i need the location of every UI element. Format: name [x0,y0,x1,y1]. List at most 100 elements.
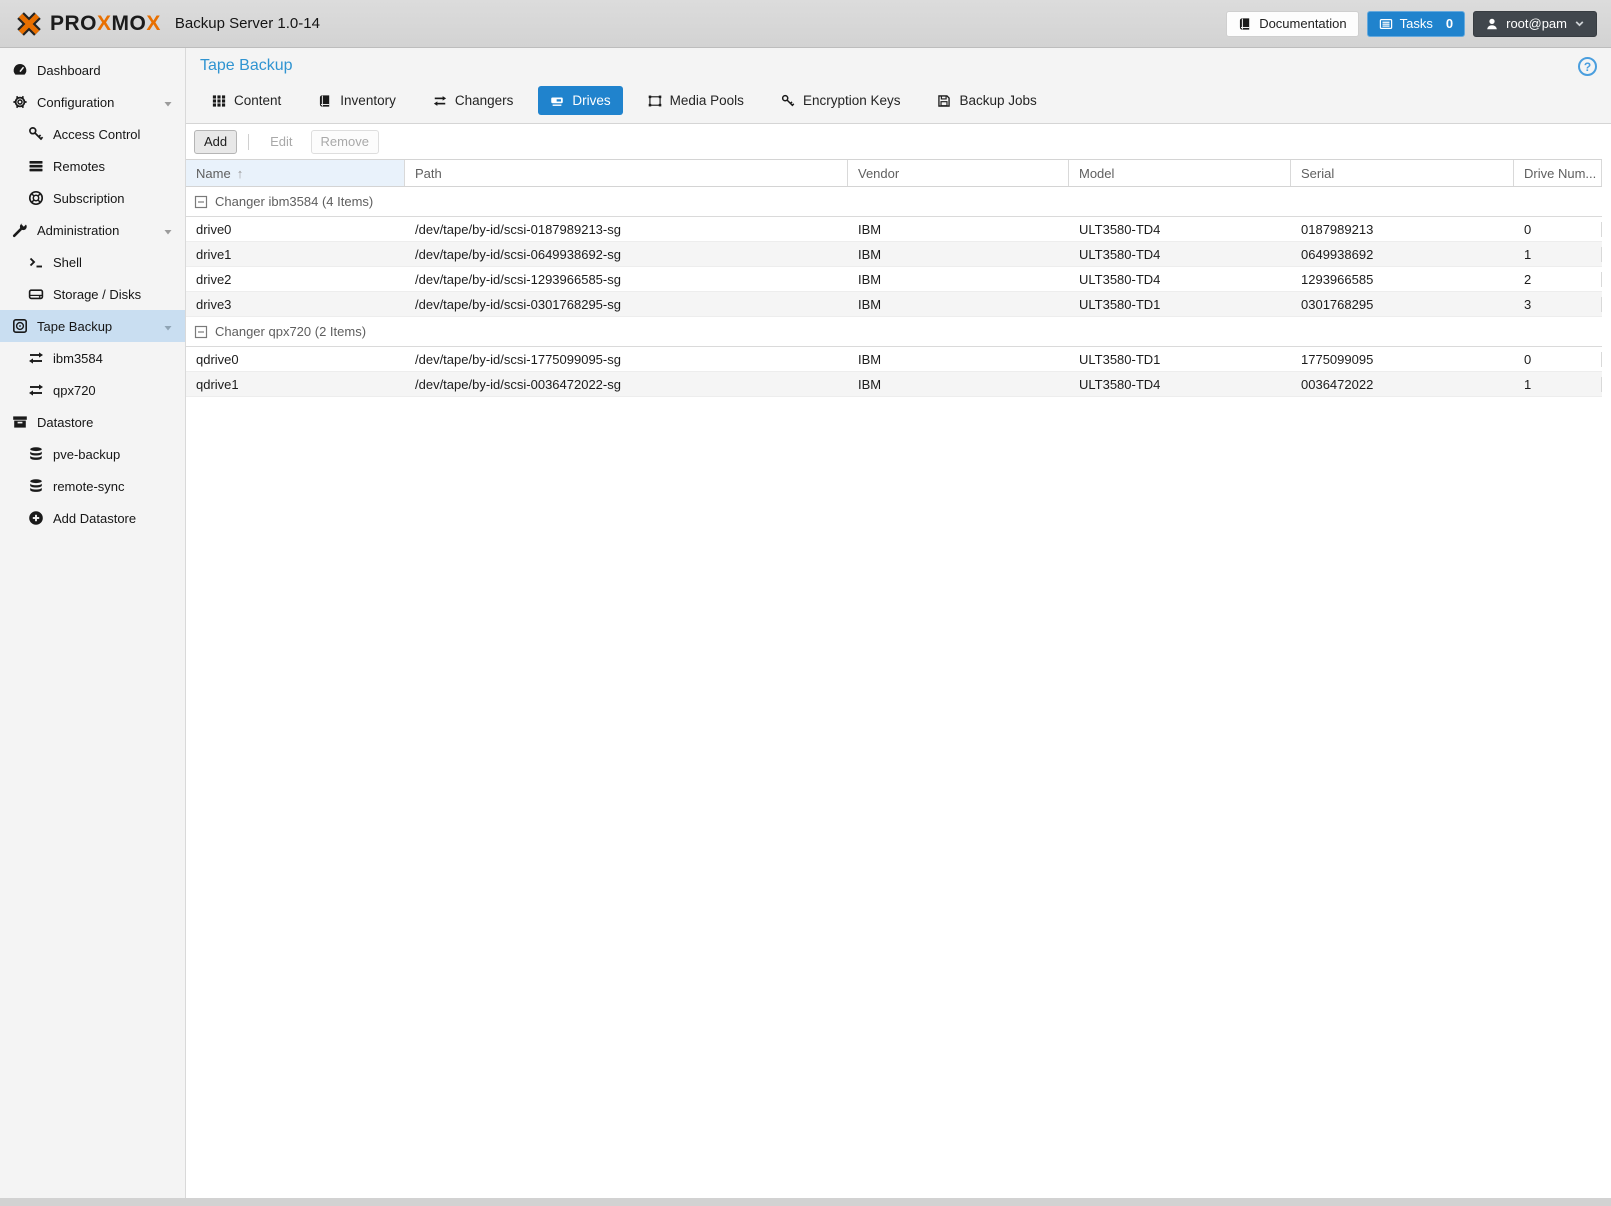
sidebar-item-label: Shell [53,254,82,270]
group-header-qpx720[interactable]: Changer qpx720 (2 Items) [186,317,1602,347]
tab-label: Backup Jobs [959,93,1037,108]
table-header-row: Name ↑ Path Vendor Model Serial Drive Nu… [186,159,1602,187]
tab-label: Inventory [340,93,396,108]
archive-icon [12,414,28,430]
key-icon [28,126,44,142]
sidebar-item-shell[interactable]: Shell [0,246,185,278]
sidebar-item-tape-backup[interactable]: Tape Backup [0,310,185,342]
terminal-icon [28,254,44,270]
sidebar-item-label: Storage / Disks [53,286,142,302]
tasks-count-badge: 0 [1445,16,1454,31]
exchange-icon [28,350,44,366]
sidebar-item-label: Datastore [37,414,94,430]
column-header-serial[interactable]: Serial [1291,160,1514,186]
task-list-icon [1379,17,1393,31]
caret-down-icon [163,97,173,107]
sidebar-item-label: Administration [37,222,120,238]
column-header-model[interactable]: Model [1069,160,1291,186]
tab-encryption-keys[interactable]: Encryption Keys [769,86,913,115]
group-header-ibm3584[interactable]: Changer ibm3584 (4 Items) [186,187,1602,217]
group-header-label: Changer qpx720 (2 Items) [215,324,367,339]
object-group-icon [648,94,662,108]
sidebar-item-configuration[interactable]: Configuration [0,86,185,118]
column-header-vendor[interactable]: Vendor [848,160,1069,186]
drives-table: Name ↑ Path Vendor Model Serial Drive Nu… [186,159,1602,397]
tab-bar: Content Inventory Changers Drives Media … [200,86,1597,115]
tab-media-pools[interactable]: Media Pools [636,86,756,115]
sidebar-item-pve-backup[interactable]: pve-backup [0,438,185,470]
sidebar-nav: Dashboard Configuration Access Control R… [0,48,186,1198]
tab-drives[interactable]: Drives [538,86,623,115]
tab-label: Content [234,93,282,108]
user-icon [1485,17,1499,31]
content-header: Tape Backup ? Content Inventory Changers [186,48,1611,124]
caret-down-icon [163,321,173,331]
tab-label: Drives [572,93,611,108]
sidebar-item-remote-sync[interactable]: remote-sync [0,470,185,502]
collapse-group-icon [194,195,208,209]
column-header-drive-number[interactable]: Drive Num... [1514,160,1602,186]
book-icon [318,94,332,108]
sidebar-item-administration[interactable]: Administration [0,214,185,246]
gauge-icon [12,62,28,78]
table-row-drive3[interactable]: drive3 /dev/tape/by-id/scsi-0301768295-s… [186,292,1602,317]
sidebar-item-label: Subscription [53,190,125,206]
remotes-icon [28,158,44,174]
caret-down-icon [163,225,173,235]
sidebar-item-subscription[interactable]: Subscription [0,182,185,214]
sidebar-item-datastore[interactable]: Datastore [0,406,185,438]
edit-button[interactable]: Edit [260,130,302,154]
user-menu-button[interactable]: root@pam [1473,10,1597,37]
wrench-icon [12,222,28,238]
tab-label: Encryption Keys [802,93,901,108]
product-version-label: Backup Server 1.0-14 [174,15,320,32]
top-bar: PROXMOX Backup Server 1.0-14 Documentati… [0,0,1611,48]
table-row-drive2[interactable]: drive2 /dev/tape/by-id/scsi-1293966585-s… [186,267,1602,292]
table-row-qdrive1[interactable]: qdrive1 /dev/tape/by-id/scsi-0036472022-… [186,372,1602,397]
documentation-button[interactable]: Documentation [1226,10,1359,37]
sidebar-item-label: remote-sync [53,478,125,494]
grid-icon [212,94,226,108]
add-button[interactable]: Add [194,129,238,154]
toolbar-separator [248,133,250,150]
table-row-drive0[interactable]: drive0 /dev/tape/by-id/scsi-0187989213-s… [186,217,1602,242]
tab-backup-jobs[interactable]: Backup Jobs [925,86,1048,115]
table-row-drive1[interactable]: drive1 /dev/tape/by-id/scsi-0649938692-s… [186,242,1602,267]
remove-button[interactable]: Remove [310,129,379,154]
collapse-group-icon [194,325,208,339]
exchange-icon [28,382,44,398]
sidebar-item-remotes[interactable]: Remotes [0,150,185,182]
sidebar-item-ibm3584[interactable]: ibm3584 [0,342,185,374]
life-ring-icon [28,190,44,206]
tab-content[interactable]: Content [200,86,293,115]
floppy-icon [937,94,951,108]
sidebar-item-label: Remotes [53,158,106,174]
tab-label: Changers [454,93,514,108]
sidebar-item-qpx720[interactable]: qpx720 [0,374,185,406]
column-header-path[interactable]: Path [405,160,848,186]
sidebar-item-label: Add Datastore [53,510,137,526]
key-icon [781,94,795,108]
table-row-qdrive0[interactable]: qdrive0 /dev/tape/by-id/scsi-1775099095-… [186,347,1602,372]
tab-inventory[interactable]: Inventory [306,86,408,115]
gears-icon [12,94,28,110]
proxmox-x-icon [17,11,41,36]
column-header-name[interactable]: Name ↑ [186,160,405,186]
plus-circle-icon [28,510,44,526]
page-title: Tape Backup [200,57,293,74]
exchange-icon [433,94,447,108]
sidebar-item-label: qpx720 [53,382,96,398]
sidebar-item-label: ibm3584 [53,350,103,366]
sidebar-item-dashboard[interactable]: Dashboard [0,54,185,86]
sidebar-item-storage-disks[interactable]: Storage / Disks [0,278,185,310]
tasks-button[interactable]: Tasks 0 [1366,10,1466,37]
user-label: root@pam [1506,16,1567,31]
sidebar-item-add-datastore[interactable]: Add Datastore [0,502,185,534]
sidebar-item-label: Access Control [53,126,141,142]
grid-toolbar: Add Edit Remove [186,124,1611,159]
help-icon[interactable]: ? [1578,57,1597,76]
tab-changers[interactable]: Changers [421,86,526,115]
tasks-label: Tasks [1399,16,1433,31]
sidebar-item-label: Tape Backup [37,318,113,334]
sidebar-item-access-control[interactable]: Access Control [0,118,185,150]
